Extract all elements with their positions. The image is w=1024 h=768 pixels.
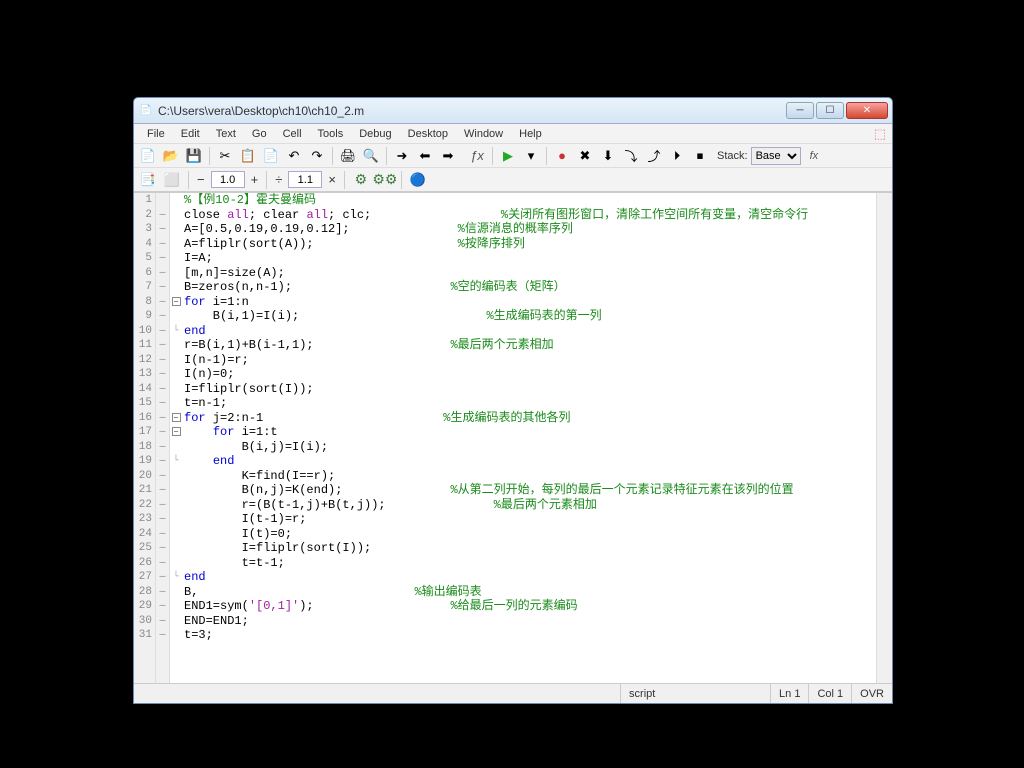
exit-debug-icon[interactable]: ⏹	[690, 146, 710, 166]
step-out-icon[interactable]: ⤴	[644, 146, 664, 166]
menu-help[interactable]: Help	[512, 126, 549, 142]
menu-go[interactable]: Go	[245, 126, 274, 142]
minus-label[interactable]: −	[195, 172, 207, 187]
menu-window[interactable]: Window	[457, 126, 510, 142]
back-icon[interactable]: ⬅	[415, 146, 435, 166]
editor-window: 📄 C:\Users\vera\Desktop\ch10\ch10_2.m ─ …	[133, 97, 893, 704]
stack-label: Stack:	[717, 150, 748, 162]
redo-icon[interactable]: ↷	[307, 146, 327, 166]
step-icon[interactable]: ⬇	[598, 146, 618, 166]
open-icon[interactable]: 📂	[161, 146, 181, 166]
fx-label[interactable]: fx	[810, 150, 819, 162]
breakpoint-icon[interactable]: ●	[552, 146, 572, 166]
code-area[interactable]: %【例10-2】霍夫曼编码close all; clear all; clc; …	[182, 193, 876, 683]
fold-column[interactable]: −└−−└└	[170, 193, 182, 683]
vertical-scrollbar[interactable]	[876, 193, 892, 683]
paste-icon[interactable]: 📄	[261, 146, 281, 166]
stack-select[interactable]: Base	[751, 147, 801, 165]
cell-mode-icon[interactable]: 📑	[138, 170, 158, 190]
status-type: script	[620, 684, 770, 703]
dock-icon[interactable]: ⬚	[874, 126, 886, 142]
save-icon[interactable]: 💾	[184, 146, 204, 166]
main-toolbar: 📄 📂 💾 ✂ 📋 📄 ↶ ↷ 🖨 🔍 ➜ ⬅ ➡ ƒx ▶ ▾ ● ✖ ⬇ ⤵	[134, 144, 892, 168]
status-ovr: OVR	[851, 684, 892, 703]
insert-cell-icon[interactable]: ⬜	[162, 170, 182, 190]
cell-toolbar: 📑 ⬜ − + ÷ × ⚙ ⚙⚙ 🔵	[134, 168, 892, 192]
editor-area: 1234567891011121314151617181920212223242…	[134, 192, 892, 683]
maximize-button[interactable]: ☐	[816, 102, 844, 119]
step-in-icon[interactable]: ⤵	[621, 146, 641, 166]
statusbar: script Ln 1 Col 1 OVR	[134, 683, 892, 703]
window-title: C:\Users\vera\Desktop\ch10\ch10_2.m	[158, 104, 786, 118]
undo-icon[interactable]: ↶	[284, 146, 304, 166]
menu-cell[interactable]: Cell	[276, 126, 309, 142]
menu-file[interactable]: File	[140, 126, 172, 142]
increment-input[interactable]	[211, 171, 245, 188]
copy-icon[interactable]: 📋	[238, 146, 258, 166]
multiply-input[interactable]	[288, 171, 322, 188]
publish-icon[interactable]: 🔵	[408, 170, 428, 190]
status-line: Ln 1	[770, 684, 808, 703]
new-icon[interactable]: 📄	[138, 146, 158, 166]
clear-bp-icon[interactable]: ✖	[575, 146, 595, 166]
menubar: File Edit Text Go Cell Tools Debug Deskt…	[134, 124, 892, 144]
forward-icon[interactable]: ➡	[438, 146, 458, 166]
line-number-gutter[interactable]: 1234567891011121314151617181920212223242…	[134, 193, 156, 683]
run-config-icon[interactable]: ▾	[521, 146, 541, 166]
status-col: Col 1	[808, 684, 851, 703]
cut-icon[interactable]: ✂	[215, 146, 235, 166]
menu-desktop[interactable]: Desktop	[401, 126, 455, 142]
eval-advance-icon[interactable]: ⚙⚙	[375, 170, 395, 190]
titlebar[interactable]: 📄 C:\Users\vera\Desktop\ch10\ch10_2.m ─ …	[134, 98, 892, 124]
run-icon[interactable]: ▶	[498, 146, 518, 166]
menu-tools[interactable]: Tools	[311, 126, 351, 142]
menu-edit[interactable]: Edit	[174, 126, 207, 142]
fx-icon[interactable]: ƒx	[467, 146, 487, 166]
find-icon[interactable]: 🔍	[361, 146, 381, 166]
plus-label[interactable]: +	[249, 172, 261, 187]
goto-icon[interactable]: ➜	[392, 146, 412, 166]
div-label[interactable]: ÷	[273, 172, 284, 187]
eval-cell-icon[interactable]: ⚙	[351, 170, 371, 190]
breakpoint-column[interactable]: ——————————————————————————————	[156, 193, 170, 683]
menu-text[interactable]: Text	[209, 126, 243, 142]
times-label[interactable]: ×	[326, 172, 338, 187]
minimize-button[interactable]: ─	[786, 102, 814, 119]
print-icon[interactable]: 🖨	[338, 146, 358, 166]
menu-debug[interactable]: Debug	[352, 126, 398, 142]
continue-icon[interactable]: ⏵	[667, 146, 687, 166]
app-icon: 📄	[138, 103, 154, 119]
close-button[interactable]: ✕	[846, 102, 888, 119]
